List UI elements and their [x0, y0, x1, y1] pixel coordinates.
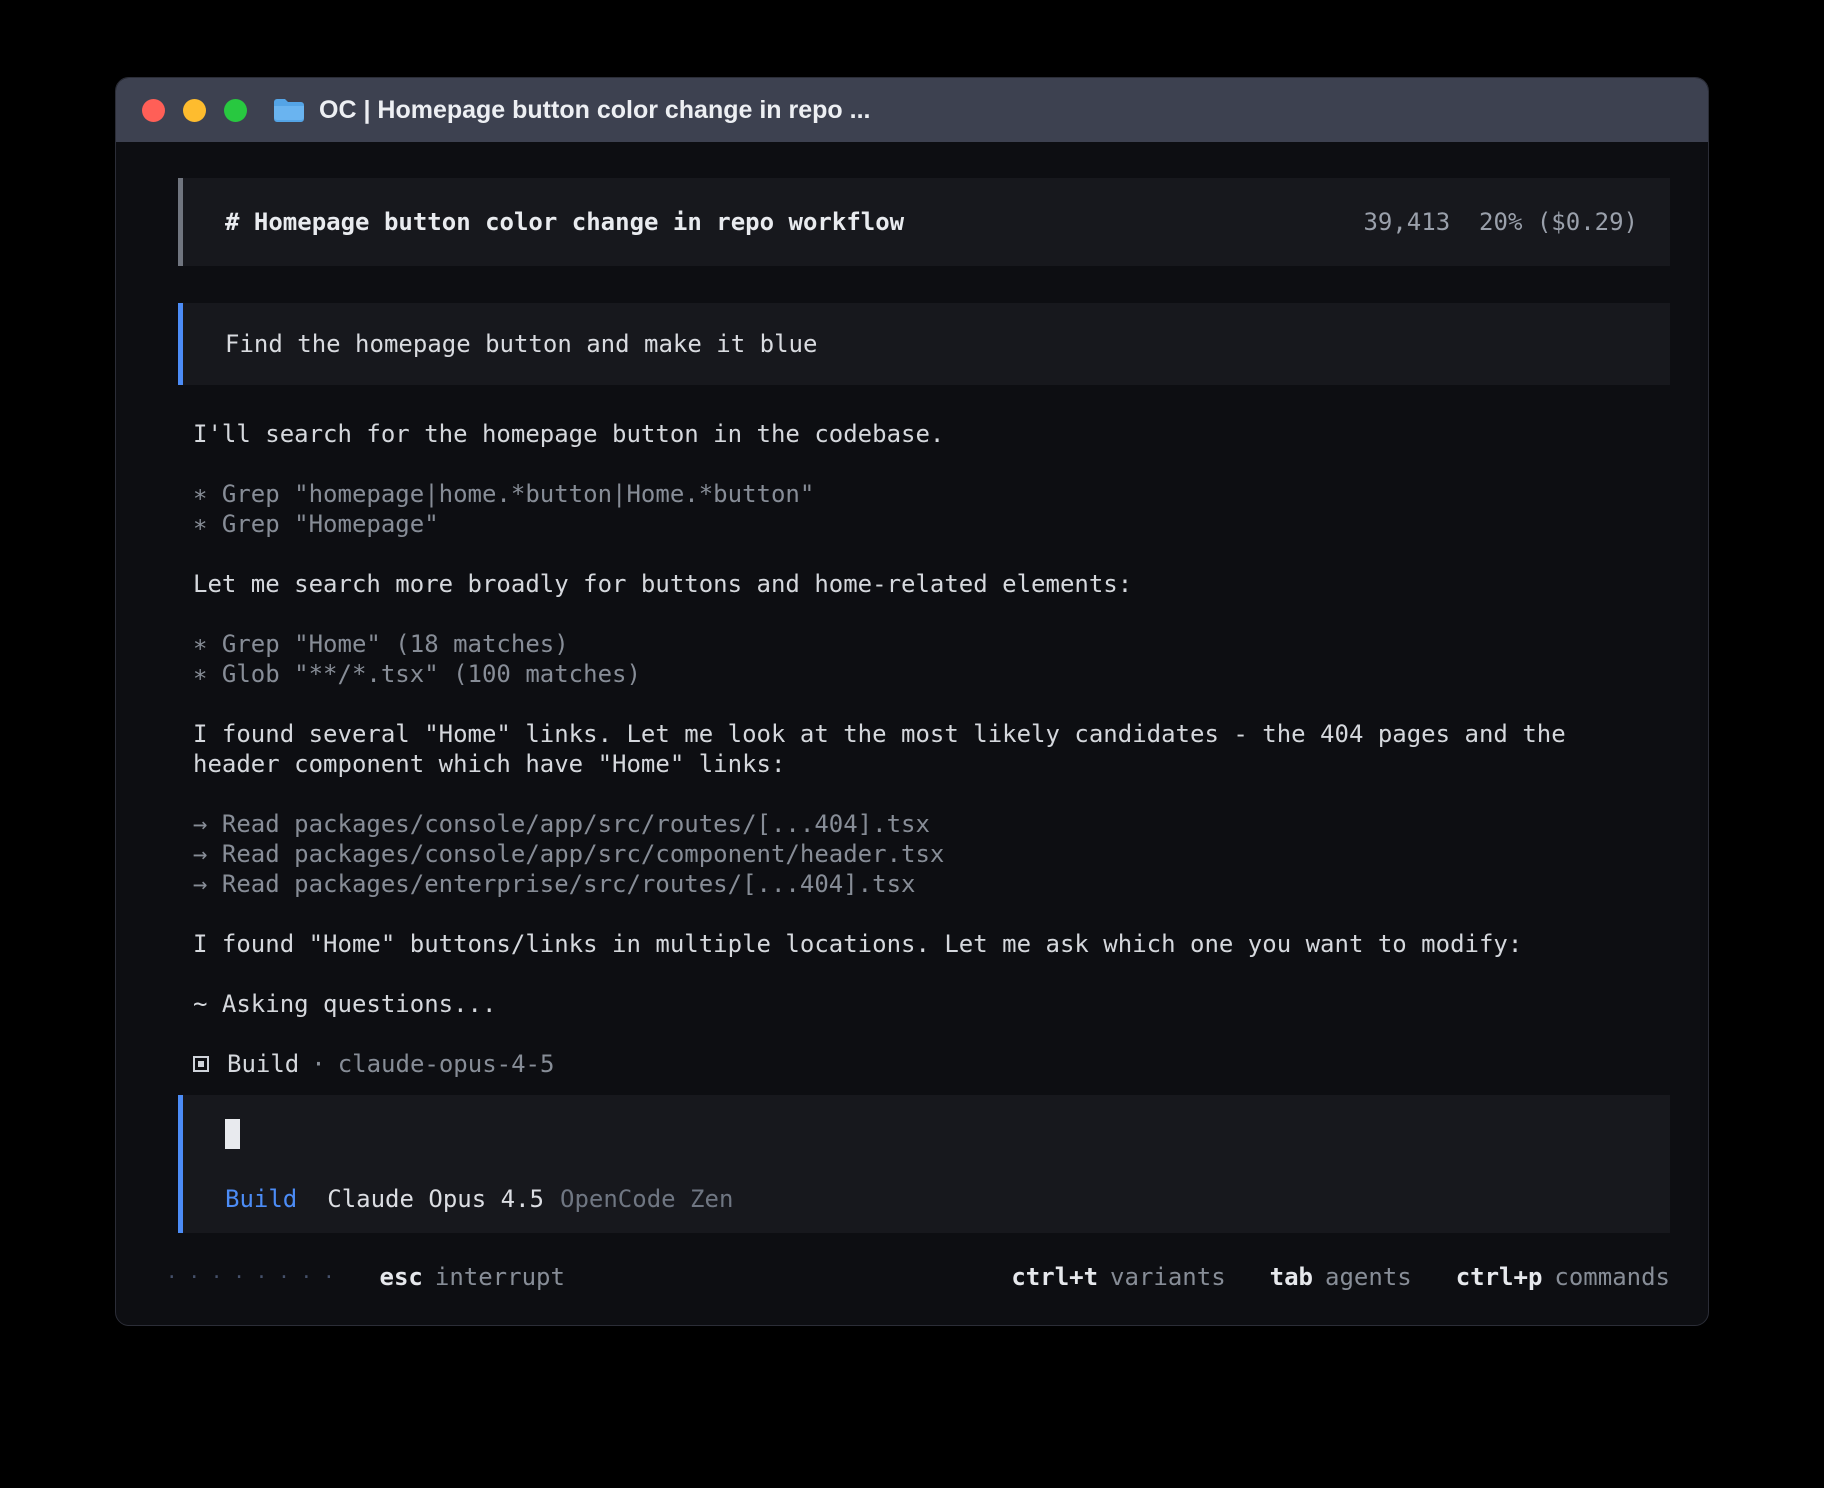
desktop: { "titlebar": { "title": "OC | Homepage …	[0, 0, 1824, 1488]
shortcut-commands: ctrl+p commands	[1456, 1263, 1670, 1291]
session-title: # Homepage button color change in repo w…	[225, 208, 904, 236]
close-button[interactable]	[142, 99, 165, 122]
tool-call-grep: ∗ Grep "Home" (18 matches)	[193, 629, 1670, 659]
terminal-window: OC | Homepage button color change in rep…	[115, 77, 1709, 1326]
status-bar: ········ esc interrupt ctrl+t variants t…	[166, 1263, 1670, 1291]
assistant-status-line: ~ Asking questions...	[193, 989, 1670, 1019]
status-right: ctrl+t variants tab agents ctrl+p comman…	[967, 1263, 1670, 1291]
tool-call-read: → Read packages/console/app/src/routes/[…	[193, 809, 1670, 839]
zoom-button[interactable]	[224, 99, 247, 122]
transcript: I'll search for the homepage button in t…	[193, 419, 1670, 1079]
session-header: # Homepage button color change in repo w…	[178, 178, 1670, 266]
tool-call-grep: ∗ Grep "Homepage"	[193, 509, 1670, 539]
titlebar[interactable]: OC | Homepage button color change in rep…	[116, 78, 1708, 142]
interrupt-label: interrupt	[435, 1263, 565, 1291]
prompt-input[interactable]: Build Claude Opus 4.5 OpenCode Zen	[178, 1095, 1670, 1233]
tool-call-grep: ∗ Grep "homepage|home.*button|Home.*butt…	[193, 479, 1670, 509]
assistant-text-line: I found several "Home" links. Let me loo…	[193, 719, 1670, 749]
agent-icon	[193, 1056, 209, 1072]
status-left: ········ esc interrupt	[166, 1263, 565, 1291]
agent-badge: Build · claude-opus-4-5	[193, 1049, 1670, 1079]
assistant-text-line: Let me search more broadly for buttons a…	[193, 569, 1670, 599]
input-provider-label: OpenCode Zen	[560, 1185, 733, 1213]
shortcut-label: variants	[1110, 1263, 1226, 1291]
input-model-label[interactable]: Claude Opus 4.5	[327, 1185, 544, 1213]
assistant-text-line: header component which have "Home" links…	[193, 749, 1670, 779]
shortcut-variants: ctrl+t variants	[1011, 1263, 1225, 1291]
shortcut-key: tab	[1270, 1263, 1313, 1291]
interrupt-key: esc	[380, 1263, 423, 1291]
spinner-dots: ········	[166, 1266, 346, 1288]
text-cursor	[225, 1119, 240, 1149]
folder-icon	[273, 97, 305, 123]
input-meta: Build Claude Opus 4.5 OpenCode Zen	[225, 1185, 733, 1213]
window-controls	[142, 99, 247, 122]
agent-model: claude-opus-4-5	[338, 1049, 555, 1079]
session-stats: 39,413 20% ($0.29)	[1363, 208, 1638, 236]
assistant-text-line: I found "Home" buttons/links in multiple…	[193, 929, 1670, 959]
shortcut-key: ctrl+p	[1456, 1263, 1543, 1291]
shortcut-label: commands	[1554, 1263, 1670, 1291]
shortcut-label: agents	[1325, 1263, 1412, 1291]
shortcut-key: ctrl+t	[1011, 1263, 1098, 1291]
minimize-button[interactable]	[183, 99, 206, 122]
user-message-text: Find the homepage button and make it blu…	[225, 330, 817, 358]
agent-name: Build	[227, 1049, 299, 1079]
shortcut-agents: tab agents	[1270, 1263, 1412, 1291]
assistant-text-line: I'll search for the homepage button in t…	[193, 419, 1670, 449]
tool-call-read: → Read packages/enterprise/src/routes/[.…	[193, 869, 1670, 899]
input-agent-label[interactable]: Build	[225, 1185, 297, 1213]
tool-call-read: → Read packages/console/app/src/componen…	[193, 839, 1670, 869]
window-title: OC | Homepage button color change in rep…	[319, 96, 870, 125]
agent-separator: ·	[311, 1049, 325, 1079]
user-message: Find the homepage button and make it blu…	[178, 303, 1670, 385]
tool-call-glob: ∗ Glob "**/*.tsx" (100 matches)	[193, 659, 1670, 689]
